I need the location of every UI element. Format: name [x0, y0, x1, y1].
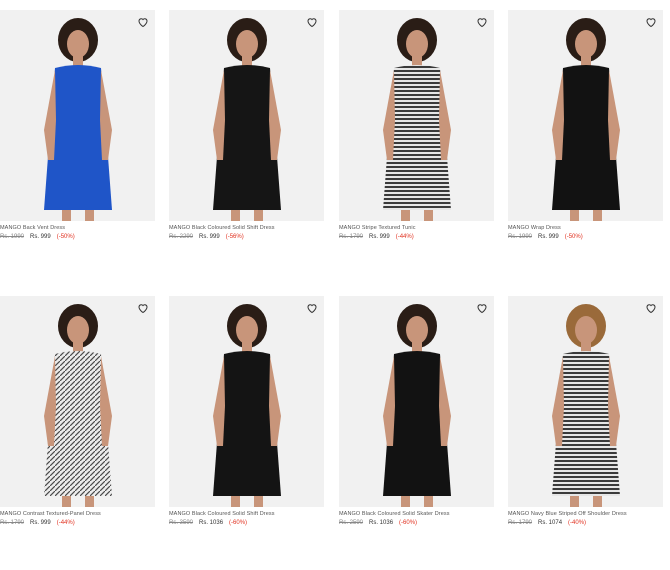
product-card[interactable]: MANGO Stripe Textured Tunic Rs. 1790 Rs. …	[339, 10, 494, 242]
product-photo	[552, 18, 620, 221]
wishlist-heart-icon[interactable]	[137, 16, 149, 28]
original-price: Rs. 1790	[508, 520, 533, 526]
product-photo	[213, 304, 281, 507]
sale-price: Rs. 999	[30, 520, 51, 526]
sale-price: Rs. 1074	[538, 520, 563, 526]
discount-label: (-40%)	[568, 520, 587, 526]
original-price: Rs. 1790	[0, 520, 25, 526]
wishlist-heart-icon[interactable]	[476, 302, 488, 314]
price-row: Rs. 1790 Rs. 999 (-44%)	[339, 233, 494, 242]
product-image[interactable]	[169, 296, 324, 507]
price-row: Rs. 1790 Rs. 1074 (-40%)	[508, 519, 663, 528]
sale-price: Rs. 999	[199, 234, 220, 240]
product-image[interactable]	[508, 296, 663, 507]
discount-label: (-44%)	[395, 234, 414, 240]
discount-label: (-60%)	[399, 520, 418, 526]
discount-label: (-44%)	[56, 520, 75, 526]
wishlist-heart-icon[interactable]	[645, 302, 657, 314]
price-row: Rs. 1990 Rs. 999 (-50%)	[508, 233, 663, 242]
product-image[interactable]	[0, 296, 155, 507]
sale-price: Rs. 999	[30, 234, 51, 240]
product-card[interactable]: MANGO Black Coloured Solid Shift Dress R…	[169, 296, 324, 528]
sale-price: Rs. 999	[369, 234, 390, 240]
product-title[interactable]: MANGO Wrap Dress	[508, 225, 663, 232]
product-photo	[44, 18, 112, 221]
product-card[interactable]: MANGO Navy Blue Striped Off Shoulder Dre…	[508, 296, 663, 528]
original-price: Rs. 1790	[339, 234, 364, 240]
original-price: Rs. 3590	[169, 520, 194, 526]
product-card[interactable]: MANGO Black Coloured Solid Skater Dress …	[339, 296, 494, 528]
price-row: Rs. 1990 Rs. 999 (-50%)	[0, 233, 155, 242]
discount-label: (-56%)	[225, 234, 244, 240]
wishlist-heart-icon[interactable]	[306, 302, 318, 314]
product-card[interactable]: MANGO Back Vent Dress Rs. 1990 Rs. 999 (-5…	[0, 10, 155, 242]
product-photo	[44, 304, 112, 507]
price-row: Rs. 2590 Rs. 1036 (-60%)	[339, 519, 494, 528]
product-card[interactable]: MANGO Contrast Textured-Panel Dress Rs. …	[0, 296, 155, 528]
product-photo	[383, 304, 451, 507]
product-title[interactable]: MANGO Black Coloured Solid Shift Dress	[169, 511, 324, 518]
discount-label: (-60%)	[229, 520, 248, 526]
price-row: Rs. 1790 Rs. 999 (-44%)	[0, 519, 155, 528]
product-card[interactable]: MANGO Wrap Dress Rs. 1990 Rs. 999 (-50%)	[508, 10, 663, 242]
wishlist-heart-icon[interactable]	[476, 16, 488, 28]
price-row: Rs. 2290 Rs. 999 (-56%)	[169, 233, 324, 242]
product-card[interactable]: MANGO Black Coloured Solid Shift Dress R…	[169, 10, 324, 242]
discount-label: (-50%)	[56, 234, 75, 240]
product-photo	[383, 18, 451, 221]
original-price: Rs. 2290	[169, 234, 194, 240]
product-image[interactable]	[169, 10, 324, 221]
product-title[interactable]: MANGO Navy Blue Striped Off Shoulder Dre…	[508, 511, 663, 518]
product-title[interactable]: MANGO Black Coloured Solid Skater Dress	[339, 511, 494, 518]
price-row: Rs. 3590 Rs. 1036 (-60%)	[169, 519, 324, 528]
sale-price: Rs. 999	[538, 234, 559, 240]
original-price: Rs. 1990	[0, 234, 25, 240]
product-photo	[552, 304, 620, 507]
product-title[interactable]: MANGO Black Coloured Solid Shift Dress	[169, 225, 324, 232]
wishlist-heart-icon[interactable]	[645, 16, 657, 28]
original-price: Rs. 2590	[339, 520, 364, 526]
product-image[interactable]	[339, 10, 494, 221]
product-image[interactable]	[339, 296, 494, 507]
product-grid: MANGO Back Vent Dress Rs. 1990 Rs. 999 (-5…	[0, 0, 670, 570]
sale-price: Rs. 1036	[199, 520, 224, 526]
product-image[interactable]	[0, 10, 155, 221]
sale-price: Rs. 1036	[369, 520, 394, 526]
wishlist-heart-icon[interactable]	[306, 16, 318, 28]
wishlist-heart-icon[interactable]	[137, 302, 149, 314]
product-image[interactable]	[508, 10, 663, 221]
discount-label: (-50%)	[564, 234, 583, 240]
product-title[interactable]: MANGO Contrast Textured-Panel Dress	[0, 511, 155, 518]
product-title[interactable]: MANGO Stripe Textured Tunic	[339, 225, 494, 232]
product-title[interactable]: MANGO Back Vent Dress	[0, 225, 155, 232]
original-price: Rs. 1990	[508, 234, 533, 240]
product-photo	[213, 18, 281, 221]
